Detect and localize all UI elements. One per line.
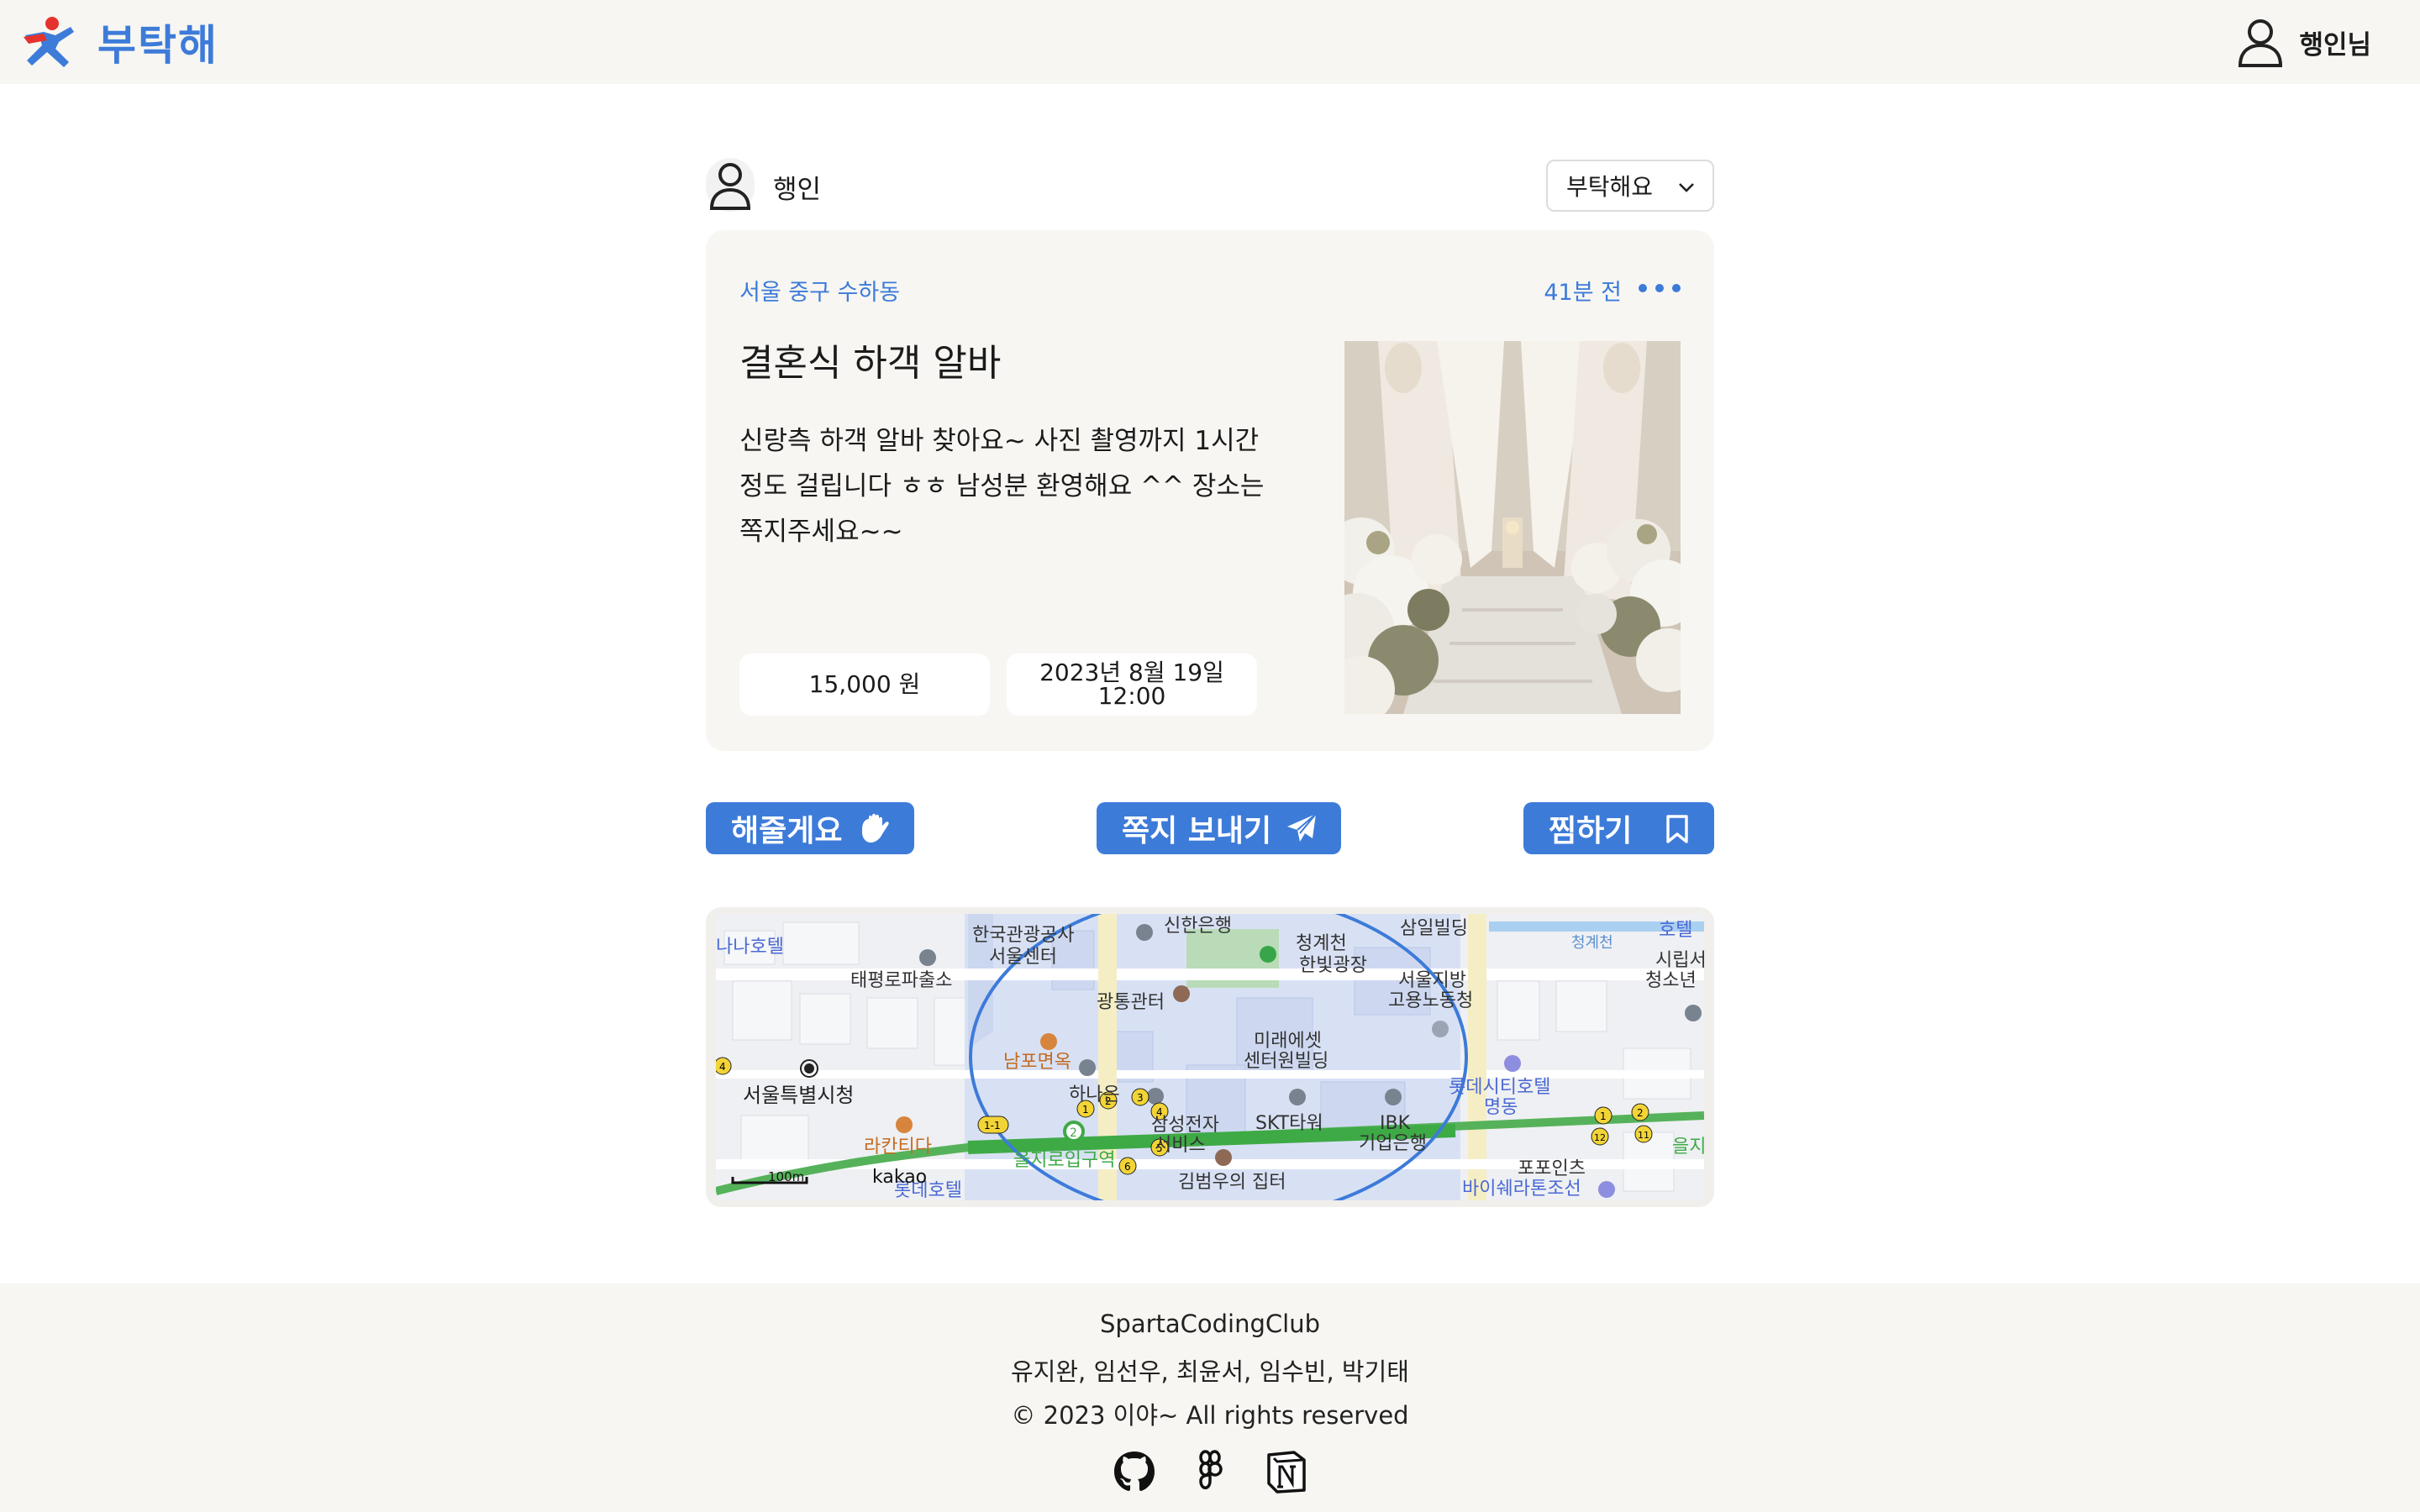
hand-icon [862,813,889,843]
github-icon[interactable] [1111,1448,1158,1495]
running-person-logo-icon [24,17,74,67]
footer-copyright: © 2023 이야~ All rights reserved [1011,1401,1409,1430]
post-title: 결혼식 하객 알바 [739,342,1002,385]
bookmark-label: 찜하기 [1549,814,1633,848]
map-label: 남포면옥 [1003,1052,1071,1073]
map-label: 청소년 [1645,970,1697,991]
svg-text:11: 11 [1638,1130,1649,1141]
map-label: 명동 [1484,1097,1518,1118]
map-label: 을지로입구역 [1013,1150,1115,1171]
svg-text:2: 2 [1070,1126,1077,1140]
author-name: 행인 [773,175,822,205]
map-label: 청계천 [1296,933,1347,954]
map-label: IBK [1380,1113,1411,1134]
app-name: 부탁해 [97,21,218,70]
map-label: 광통관터 [1097,992,1165,1013]
bookmark-icon [1666,815,1688,843]
map-label: 호텔 [1659,920,1692,941]
time-value: 12:00 [1097,682,1166,710]
post-card: 서울 중구 수하동 41분 전 결혼식 하객 알바 신랑측 하객 알바 찾아요~… [706,230,1714,751]
user-icon [709,163,751,210]
map-label: 서울지방 [1398,970,1466,991]
post-time-ago: 41분 전 [1544,280,1622,306]
price-value: 15,000 원 [808,670,921,698]
map-label: 기업은행 [1359,1133,1427,1154]
category-select[interactable]: 부탁해요 [1546,160,1714,212]
logo[interactable]: 부탁해 [22,15,218,70]
price-badge: 15,000 원 [739,654,990,716]
map-label: 서울센터 [989,947,1057,968]
map-label: 바이쉐라톤조선 [1462,1179,1581,1200]
user-icon [2238,19,2283,67]
notion-icon[interactable] [1262,1448,1309,1495]
map-label: 삼일빌딩 [1400,918,1468,939]
svg-text:4: 4 [719,1061,726,1073]
map-label: 롯데시티호텔 [1449,1077,1550,1098]
map-label: 1-1 [984,1120,1001,1131]
top-navigation-bar: 부탁해 행인님 [0,0,2420,84]
map-label: 서울특별시청 [743,1084,854,1107]
svg-text:3: 3 [1137,1092,1144,1104]
map-label: 고용노동청 [1388,990,1473,1011]
map-label: 김범우의 집터 [1178,1172,1286,1193]
post-location: 서울 중구 수하동 [739,280,901,306]
map-label: 포포인츠 [1518,1158,1586,1179]
wedding-hall-image [1344,341,1681,714]
svg-text:6: 6 [1124,1161,1131,1173]
map-label: 삼성전자 [1151,1115,1219,1136]
map-label: 하나은 [1069,1084,1120,1105]
map-label: 한국관광공사 [972,925,1074,946]
map-label: 나나호텔 [716,937,784,958]
chevron-down-icon [1679,183,1694,192]
post-body: 신랑측 하객 알바 찾아요~ 사진 촬영까지 1시간 정도 걸립니다 ㅎㅎ 남성… [739,426,1265,547]
map-label: 라칸티다 [864,1137,932,1158]
svg-text:2: 2 [1637,1107,1644,1119]
svg-text:1: 1 [1082,1104,1089,1116]
figma-icon[interactable] [1186,1448,1234,1495]
send-message-label: 쪽지 보내기 [1122,814,1272,848]
map-label: 신한은행 [1164,916,1232,937]
offer-help-button[interactable]: 해줄게요 [706,802,914,854]
user-menu[interactable]: 행인님 [2237,17,2371,67]
send-message-button[interactable]: 쪽지 보내기 [1097,802,1341,854]
map-label: 서비스 [1155,1135,1206,1156]
map-label: SKT타워 [1255,1113,1323,1134]
paper-plane-icon [1287,813,1317,842]
map-label: 센터원빌딩 [1244,1051,1328,1072]
map-label: 한빛광장 [1299,955,1367,976]
bookmark-button[interactable]: 찜하기 [1523,802,1714,854]
avatar [706,158,755,212]
offer-help-label: 해줄게요 [731,814,843,848]
user-menu-name: 행인님 [2299,29,2371,60]
footer-members: 유지완, 임선우, 최윤서, 임수빈, 박기태 [1011,1357,1409,1386]
svg-text:1: 1 [1600,1110,1607,1122]
map-label: 미래에셋 [1254,1031,1322,1052]
footer-org: SpartaCodingClub [1100,1310,1320,1338]
map-canvas[interactable]: 2 4 1-1 1 2 3 4 5 6 1 2 12 11 한국관광공사 서울센… [716,914,1704,1200]
map-provider-label: kakao [872,1167,927,1188]
footer-links [1111,1448,1309,1497]
post-photo [1344,341,1681,714]
map-label: 청계천 [1571,934,1613,952]
svg-text:12: 12 [1594,1132,1606,1143]
map-label: 시립서 [1655,950,1704,971]
date-value: 2023년 8월 19일 [1039,659,1224,686]
location-map[interactable]: 2 4 1-1 1 2 3 4 5 6 1 2 12 11 한국관광공사 서울센… [706,907,1714,1207]
map-scale-label: 100m [768,1169,804,1184]
map-label: 을지 [1672,1137,1704,1158]
category-select-value: 부탁해요 [1566,173,1654,201]
map-label: 태평로파출소 [850,970,952,991]
post-author-row: 행인 부탁해요 [706,158,1714,212]
date-badge: 2023년 8월 19일 12:00 [1007,654,1257,716]
more-options-icon[interactable] [1639,274,1681,302]
footer: SpartaCodingClub 유지완, 임선우, 최윤서, 임수빈, 박기태… [0,1284,2420,1512]
